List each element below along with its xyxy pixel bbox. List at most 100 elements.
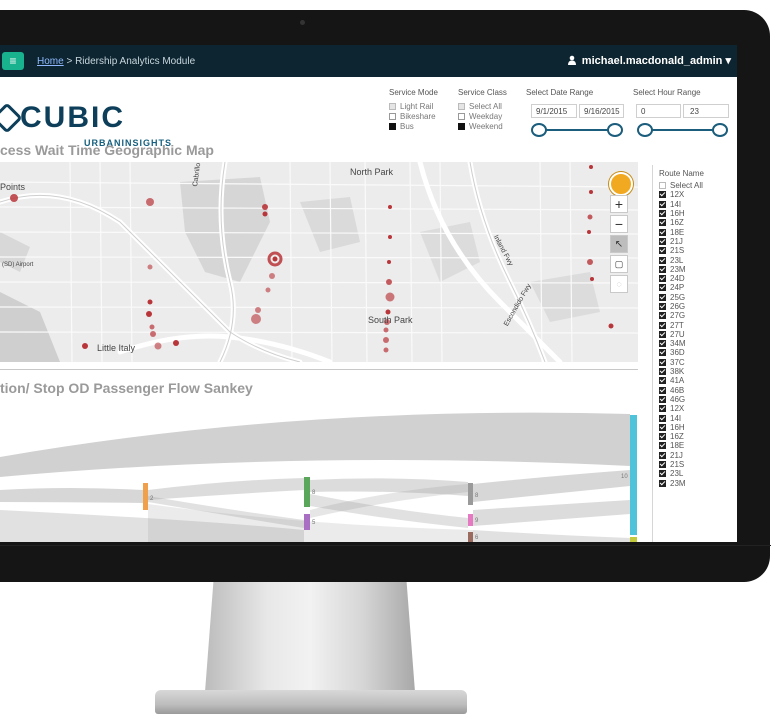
checkbox-checked[interactable]: [659, 442, 666, 450]
route-item[interactable]: 38K: [653, 367, 737, 376]
checkbox-checked[interactable]: [659, 377, 666, 385]
route-item[interactable]: 25G: [653, 293, 737, 302]
route-item[interactable]: 16H: [653, 423, 737, 432]
service-mode-bikeshare[interactable]: Bikeshare: [389, 111, 438, 121]
checkbox-checked[interactable]: [659, 237, 666, 245]
route-item[interactable]: 14I: [653, 413, 737, 423]
route-item[interactable]: 21S: [653, 246, 737, 255]
box-select-tool-icon[interactable]: ▢: [610, 255, 628, 273]
checkbox-checked[interactable]: [659, 405, 666, 413]
date-range-end-handle[interactable]: [607, 123, 623, 137]
checkbox-checked[interactable]: [659, 247, 666, 255]
route-item[interactable]: 46G: [653, 395, 737, 404]
breadcrumb-home-link[interactable]: Home: [37, 56, 64, 67]
service-class-select-all[interactable]: Select All: [458, 101, 507, 111]
route-item[interactable]: 23M: [653, 479, 737, 488]
checkbox-checked[interactable]: [659, 479, 666, 487]
checkbox-checked[interactable]: [659, 461, 666, 469]
route-item[interactable]: 18E: [653, 227, 737, 237]
user-menu[interactable]: michael.macdonald_admin ▾: [567, 54, 731, 67]
checkbox-checked[interactable]: [659, 321, 666, 329]
route-item[interactable]: 27G: [653, 311, 737, 320]
hour-range-start-handle[interactable]: [637, 123, 653, 137]
checkbox-checked[interactable]: [659, 293, 666, 301]
date-end-input[interactable]: 9/16/2015: [579, 104, 624, 118]
date-start-input[interactable]: 9/1/2015: [531, 104, 577, 118]
service-class-weekday[interactable]: Weekday: [458, 111, 507, 121]
route-item[interactable]: 37C: [653, 358, 737, 367]
checkbox-checked[interactable]: [659, 395, 666, 403]
checkbox[interactable]: [458, 102, 465, 110]
route-item[interactable]: 23L: [653, 255, 737, 265]
zoom-in-button[interactable]: +: [610, 195, 628, 213]
checkbox-checked[interactable]: [659, 451, 666, 459]
checkbox-checked[interactable]: [659, 414, 666, 422]
route-item[interactable]: 18E: [653, 441, 737, 450]
route-item[interactable]: 21S: [653, 460, 737, 469]
checkbox[interactable]: [659, 182, 666, 190]
route-item[interactable]: 41A: [653, 376, 737, 385]
checkbox[interactable]: [389, 102, 396, 110]
route-select-all[interactable]: Select All: [653, 181, 737, 190]
route-item[interactable]: 12X: [653, 404, 737, 413]
checkbox[interactable]: [389, 112, 396, 120]
route-item[interactable]: 36D: [653, 348, 737, 357]
route-item[interactable]: 46B: [653, 386, 737, 395]
checkbox-checked[interactable]: [659, 330, 666, 338]
checkbox-checked[interactable]: [659, 200, 666, 208]
checkbox-checked[interactable]: [659, 433, 666, 441]
checkbox-checked[interactable]: [659, 470, 666, 478]
route-item[interactable]: 16Z: [653, 218, 737, 227]
route-item[interactable]: 14I: [653, 200, 737, 209]
checkbox-checked[interactable]: [659, 386, 666, 394]
checkbox-checked[interactable]: [659, 265, 666, 273]
route-item[interactable]: 21J: [653, 237, 737, 246]
checkbox-checked[interactable]: [659, 358, 666, 366]
checkbox-checked[interactable]: [659, 219, 666, 227]
route-item[interactable]: 16Z: [653, 432, 737, 441]
sankey-chart[interactable]: 2 8 5 8 9 6 10: [0, 410, 640, 542]
hour-start-input[interactable]: 0: [636, 104, 681, 118]
service-mode-bus[interactable]: Bus: [389, 121, 438, 131]
hour-range-end-handle[interactable]: [712, 123, 728, 137]
checkbox[interactable]: [389, 122, 396, 130]
route-item[interactable]: 24P: [653, 283, 737, 292]
checkbox-checked[interactable]: [659, 368, 666, 376]
checkbox-checked[interactable]: [659, 210, 666, 218]
checkbox-checked[interactable]: [659, 312, 666, 320]
location-pin-icon[interactable]: [609, 172, 633, 196]
route-item[interactable]: 27U: [653, 330, 737, 339]
date-range-start-handle[interactable]: [531, 123, 547, 137]
checkbox-checked[interactable]: [659, 275, 666, 283]
checkbox-checked[interactable]: [659, 284, 666, 292]
checkbox-checked[interactable]: [659, 191, 666, 199]
zoom-out-button[interactable]: −: [610, 215, 628, 233]
route-item[interactable]: 24D: [653, 274, 737, 283]
geographic-map[interactable]: North Park South Park Little Italy Point…: [0, 162, 638, 362]
route-item[interactable]: 12X: [653, 190, 737, 199]
checkbox-checked[interactable]: [659, 256, 666, 264]
hour-end-input[interactable]: 23: [683, 104, 729, 118]
pointer-tool-icon[interactable]: ↖: [610, 235, 628, 253]
checkbox-checked[interactable]: [659, 228, 666, 236]
route-label: 21J: [670, 236, 683, 246]
service-mode-light-rail[interactable]: Light Rail: [389, 101, 438, 111]
route-item[interactable]: 34M: [653, 339, 737, 348]
checkbox-checked[interactable]: [659, 340, 666, 348]
route-item[interactable]: 23M: [653, 265, 737, 274]
route-item[interactable]: 27T: [653, 320, 737, 330]
hour-range-slider-track[interactable]: [645, 129, 722, 131]
route-item[interactable]: 23L: [653, 469, 737, 478]
checkbox-checked[interactable]: [659, 303, 666, 310]
hamburger-menu-button[interactable]: ≡: [2, 52, 24, 70]
date-range-slider-track[interactable]: [539, 129, 616, 131]
service-class-weekend[interactable]: Weekend: [458, 121, 507, 131]
route-item[interactable]: 16H: [653, 209, 737, 218]
route-item[interactable]: 26G: [653, 302, 737, 311]
checkbox-checked[interactable]: [659, 423, 666, 431]
route-item[interactable]: 21J: [653, 451, 737, 460]
checkbox[interactable]: [458, 122, 465, 130]
checkbox-checked[interactable]: [659, 349, 666, 357]
checkbox[interactable]: [458, 112, 465, 120]
lasso-tool-icon[interactable]: ◌: [610, 275, 628, 293]
